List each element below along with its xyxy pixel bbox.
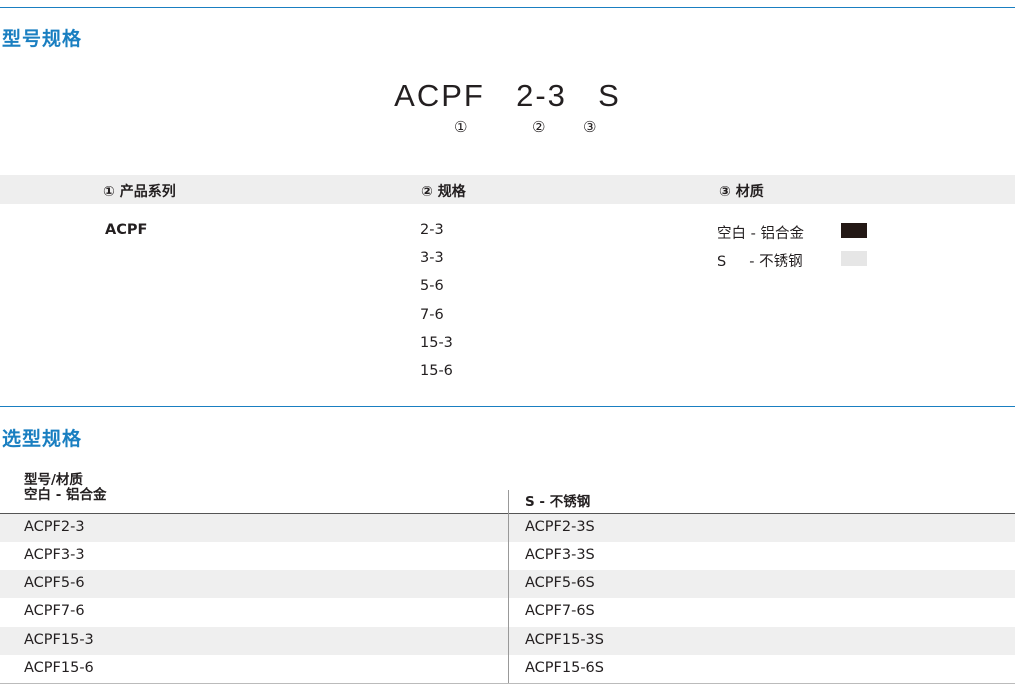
cell-aluminum: ACPF15-3 xyxy=(24,632,94,648)
material-swatch-aluminum xyxy=(841,223,867,238)
selection-header-model-material: 型号/材质 xyxy=(24,472,83,488)
cell-aluminum: ACPF15-6 xyxy=(24,660,94,676)
section-divider-rule xyxy=(0,406,1015,407)
selection-header-left: 型号/材质 空白 - 铝合金 xyxy=(24,473,107,503)
material-label-stainless: S - 不锈钢 xyxy=(717,254,803,270)
cell-aluminum: ACPF2-3 xyxy=(24,519,85,535)
spec-header-material: ③ 材质 xyxy=(719,184,764,200)
spec-header-size: ② 规格 xyxy=(421,184,466,200)
specs-section-title: 型号规格 xyxy=(2,28,83,50)
column-divider xyxy=(508,490,509,683)
selection-header-stainless: S - 不锈钢 xyxy=(525,494,591,510)
cell-stainless: ACPF7-6S xyxy=(525,603,595,619)
cell-aluminum: ACPF7-6 xyxy=(24,603,85,619)
top-rule xyxy=(0,7,1015,8)
series-value: ACPF xyxy=(105,222,148,238)
cell-stainless: ACPF2-3S xyxy=(525,519,595,535)
size-value: 2-3 xyxy=(420,222,444,238)
marker-material: ③ xyxy=(583,118,597,136)
spec-header-series: ① 产品系列 xyxy=(103,184,176,200)
cell-aluminum: ACPF5-6 xyxy=(24,575,85,591)
model-part-material: S xyxy=(598,78,621,113)
model-code-example: ACPF 2-3 S xyxy=(0,78,1015,114)
cell-stainless: ACPF3-3S xyxy=(525,547,595,563)
selection-header-aluminum: 空白 - 铝合金 xyxy=(24,487,107,503)
material-label-aluminum: 空白 - 铝合金 xyxy=(717,226,804,242)
marker-size: ② xyxy=(532,118,546,136)
size-value: 15-6 xyxy=(420,363,453,379)
model-part-size: 2-3 xyxy=(516,78,567,113)
cell-stainless: ACPF15-6S xyxy=(525,660,604,676)
cell-aluminum: ACPF3-3 xyxy=(24,547,85,563)
size-value: 15-3 xyxy=(420,335,453,351)
size-value: 3-3 xyxy=(420,250,444,266)
size-value: 5-6 xyxy=(420,278,444,294)
size-value: 7-6 xyxy=(420,307,444,323)
material-swatch-stainless xyxy=(841,251,867,266)
selection-section-title: 选型规格 xyxy=(2,428,83,450)
model-part-series: ACPF xyxy=(394,78,485,113)
table-bottom-rule xyxy=(0,683,1015,684)
cell-stainless: ACPF5-6S xyxy=(525,575,595,591)
marker-series: ① xyxy=(454,118,468,136)
cell-stainless: ACPF15-3S xyxy=(525,632,604,648)
